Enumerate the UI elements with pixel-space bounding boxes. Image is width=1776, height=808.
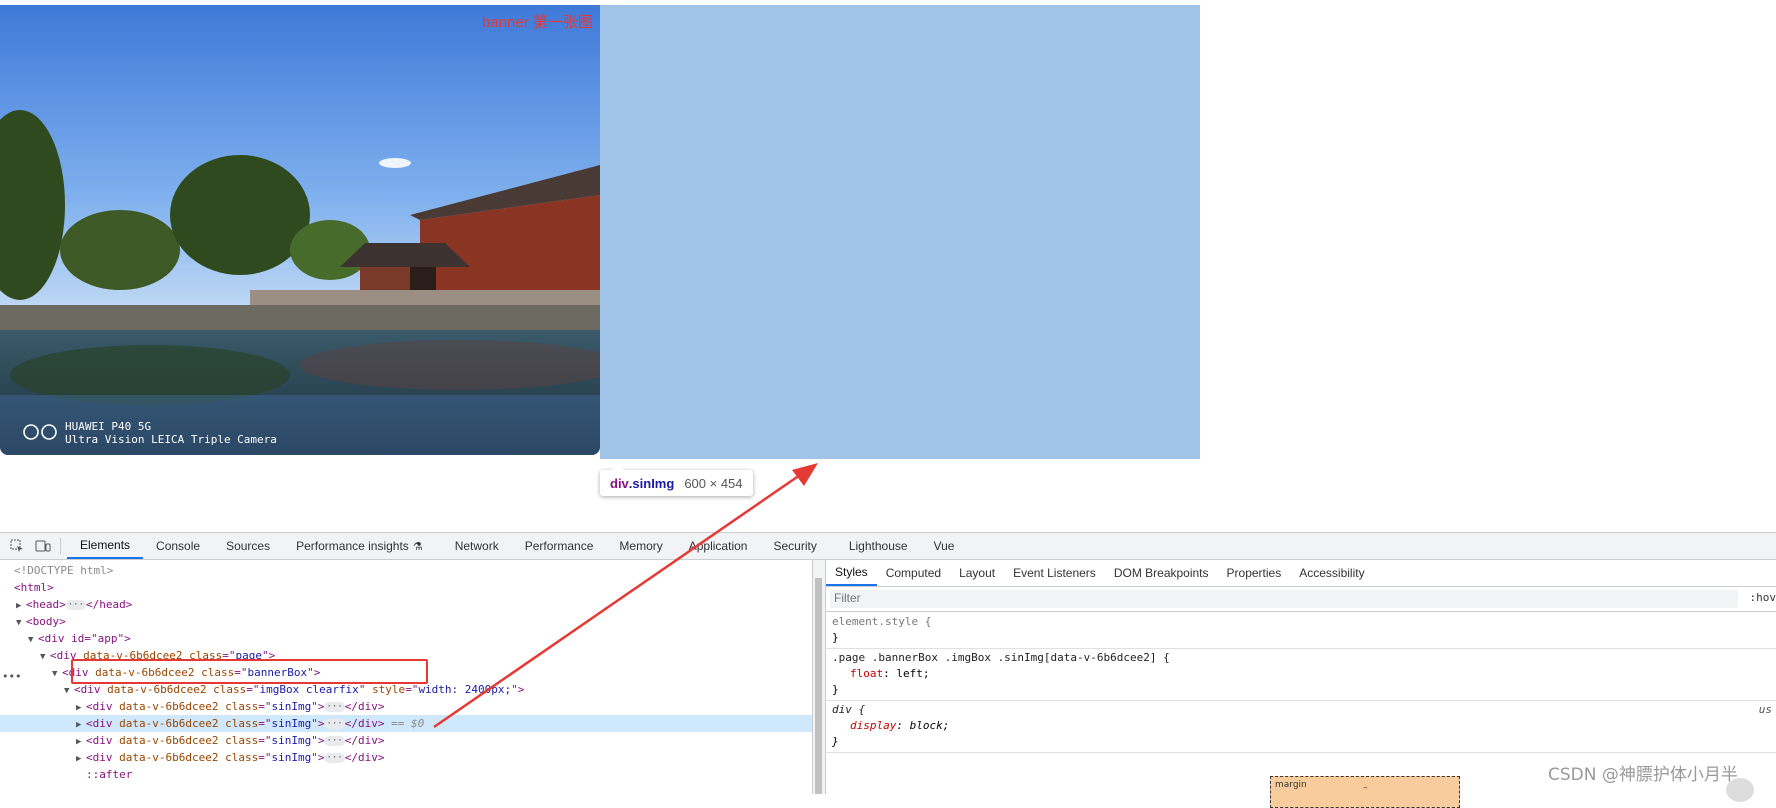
camera-brand: HUAWEI P40 5G: [65, 420, 277, 433]
dom-head[interactable]: ▶<head>···</head>: [0, 596, 812, 613]
tab-elements[interactable]: Elements: [67, 533, 143, 559]
csdn-watermark: CSDN @神膘护体小月半: [1548, 760, 1738, 785]
filter-input[interactable]: [830, 590, 1738, 608]
ellipsis-icon[interactable]: ···: [324, 753, 344, 763]
tab-memory[interactable]: Memory: [606, 533, 675, 559]
tooltip-arrow: [612, 464, 624, 470]
inspect-element-icon[interactable]: [8, 537, 26, 555]
hov-toggle[interactable]: :hov: [1750, 591, 1776, 604]
tab-layout[interactable]: Layout: [950, 560, 1004, 586]
device-toolbar-icon[interactable]: [34, 537, 52, 555]
landscape-photo: [0, 5, 600, 455]
rule-selector: .page .bannerBox .imgBox .sinImg[data-v-…: [826, 650, 1776, 666]
tab-network[interactable]: Network: [442, 533, 512, 559]
dom-div-sinimg-1[interactable]: ▶<div data-v-6b6dcee2 class="sinImg">···…: [0, 698, 812, 715]
box-model-label: margin: [1275, 780, 1307, 790]
row-menu-dots-icon[interactable]: •••: [2, 670, 21, 683]
tooltip-element-name: div.sinImg: [610, 476, 674, 491]
banner-label: banner 第一张图: [482, 11, 593, 32]
box-model-value: –: [1363, 783, 1368, 793]
dom-div-sinimg-2-selected[interactable]: ▶<div data-v-6b6dcee2 class="sinImg">···…: [0, 715, 812, 732]
styles-filter-bar: Filter :hov: [826, 587, 1776, 612]
dom-body[interactable]: ▼<body>: [0, 613, 812, 630]
decl-display[interactable]: display: block;: [826, 718, 1776, 734]
ellipsis-icon[interactable]: ···: [324, 719, 344, 729]
page-viewport: HUAWEI P40 5G Ultra Vision LEICA Triple …: [0, 0, 1776, 532]
tab-application[interactable]: Application: [676, 533, 761, 559]
tab-lighthouse[interactable]: Lighthouse: [836, 533, 921, 559]
element-highlight-overlay: [600, 5, 1200, 459]
pane-splitter-scrollbar[interactable]: [812, 560, 826, 794]
rule-close: }: [826, 682, 1776, 698]
tab-performance[interactable]: Performance: [512, 533, 607, 559]
camera-caption: Ultra Vision LEICA Triple Camera: [65, 433, 277, 446]
flask-icon: ⚗: [413, 540, 423, 553]
inspect-tooltip: div.sinImg 600 × 454: [600, 470, 753, 496]
dom-html[interactable]: <html>: [0, 579, 812, 596]
tab-performance-insights[interactable]: Performance insights⚗: [283, 533, 436, 559]
toolbar-divider: [60, 538, 61, 554]
dom-div-sinimg-4[interactable]: ▶<div data-v-6b6dcee2 class="sinImg">···…: [0, 749, 812, 766]
rule-selector: div {: [826, 702, 1776, 718]
rule-element-style[interactable]: element.style { }: [826, 614, 1776, 649]
ellipsis-icon[interactable]: ···: [324, 736, 344, 746]
devtools-panel: Elements Console Sources Performance ins…: [0, 532, 1776, 794]
banner-image-1: [0, 5, 600, 455]
dom-div-app[interactable]: ▼<div id="app">: [0, 630, 812, 647]
tab-styles[interactable]: Styles: [826, 560, 877, 586]
tab-accessibility[interactable]: Accessibility: [1290, 560, 1373, 586]
rule-close: }: [826, 734, 1776, 750]
tab-console[interactable]: Console: [143, 533, 213, 559]
dom-div-sinimg-3[interactable]: ▶<div data-v-6b6dcee2 class="sinImg">···…: [0, 732, 812, 749]
tab-computed[interactable]: Computed: [877, 560, 950, 586]
selection-annotation-box: [71, 659, 428, 684]
ellipsis-icon[interactable]: ···: [66, 600, 86, 610]
tab-event-listeners[interactable]: Event Listeners: [1004, 560, 1105, 586]
devtools-tabbar: Elements Console Sources Performance ins…: [0, 533, 1776, 560]
dom-pseudo-after[interactable]: ::after: [0, 766, 812, 783]
rule-sinimg[interactable]: .page .bannerBox .imgBox .sinImg[data-v-…: [826, 650, 1776, 701]
decl-float[interactable]: float: left;: [826, 666, 1776, 682]
tab-properties[interactable]: Properties: [1218, 560, 1291, 586]
rule-close: }: [826, 630, 1776, 646]
tab-dom-breakpoints[interactable]: DOM Breakpoints: [1105, 560, 1218, 586]
leica-rings-icon: [22, 423, 60, 441]
rule-selector: element.style {: [826, 614, 1776, 630]
rule-source: us: [1759, 702, 1772, 718]
dom-doctype[interactable]: <!DOCTYPE html>: [0, 562, 812, 579]
styles-tabbar: Styles Computed Layout Event Listeners D…: [826, 560, 1776, 587]
tab-security[interactable]: Security: [760, 533, 829, 559]
rule-div-useragent[interactable]: div { us display: block; }: [826, 702, 1776, 753]
box-model-margin[interactable]: margin –: [1270, 776, 1460, 808]
ellipsis-icon[interactable]: ···: [324, 702, 344, 712]
tab-sources[interactable]: Sources: [213, 533, 283, 559]
tooltip-element-size: 600 × 454: [684, 476, 742, 491]
filter-placeholder: Filter: [834, 591, 861, 605]
styles-sidebar: Styles Computed Layout Event Listeners D…: [826, 560, 1776, 794]
scrollbar-thumb[interactable]: [815, 578, 822, 794]
tab-vue[interactable]: Vue: [921, 533, 968, 559]
